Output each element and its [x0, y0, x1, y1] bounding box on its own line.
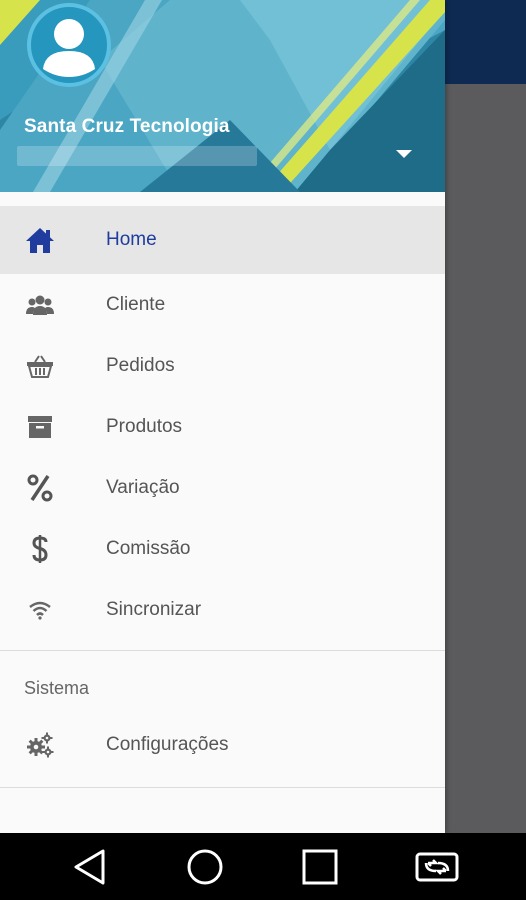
app-bar-background — [444, 0, 526, 84]
percent-icon — [24, 472, 56, 504]
menu-item-comissao[interactable]: Comissão — [0, 518, 445, 579]
menu-item-label: Pedidos — [106, 354, 175, 376]
screen-rotate-icon[interactable] — [414, 847, 460, 887]
menu-item-variacao[interactable]: Variação — [0, 457, 445, 518]
account-name: Santa Cruz Tecnologia — [24, 116, 230, 137]
menu-item-label: Comissão — [106, 537, 191, 559]
menu-item-cliente[interactable]: Cliente — [0, 274, 445, 335]
menu-item-label: Configurações — [106, 734, 229, 755]
drawer-header: Santa Cruz Tecnologia — [0, 0, 445, 192]
back-icon[interactable] — [70, 847, 110, 887]
section-title-sistema: Sistema — [24, 677, 90, 698]
menu-item-label: Produtos — [106, 415, 183, 437]
archive-box-icon — [24, 411, 56, 443]
home-icon — [24, 224, 56, 256]
drawer-menu: Home Cliente Pedidos Produtos Variação C… — [0, 206, 445, 788]
menu-item-configuracoes[interactable]: Configurações — [0, 717, 445, 773]
menu-item-sincronizar[interactable]: Sincronizar — [0, 579, 445, 640]
wifi-icon — [24, 594, 56, 626]
divider — [0, 787, 445, 788]
avatar[interactable] — [27, 3, 111, 87]
menu-item-label: Variação — [106, 476, 180, 498]
menu-item-label: Cliente — [106, 293, 166, 315]
account-email — [17, 146, 257, 166]
menu-item-label: Home — [106, 229, 157, 250]
person-icon — [43, 19, 95, 77]
basket-icon — [24, 350, 56, 382]
people-icon — [24, 289, 56, 321]
account-dropdown-icon[interactable] — [396, 150, 412, 158]
recents-square-icon[interactable] — [300, 847, 340, 887]
navigation-drawer: Santa Cruz Tecnologia Home Cliente Pedid… — [0, 0, 445, 833]
menu-item-pedidos[interactable]: Pedidos — [0, 335, 445, 396]
dollar-icon — [24, 533, 56, 565]
menu-item-home[interactable]: Home — [0, 206, 445, 274]
home-circle-icon[interactable] — [185, 847, 225, 887]
system-navigation-bar — [0, 833, 526, 900]
drawer-scrim[interactable] — [444, 84, 526, 833]
menu-item-label: Sincronizar — [106, 598, 202, 620]
menu-item-produtos[interactable]: Produtos — [0, 396, 445, 457]
gears-icon — [24, 729, 56, 761]
